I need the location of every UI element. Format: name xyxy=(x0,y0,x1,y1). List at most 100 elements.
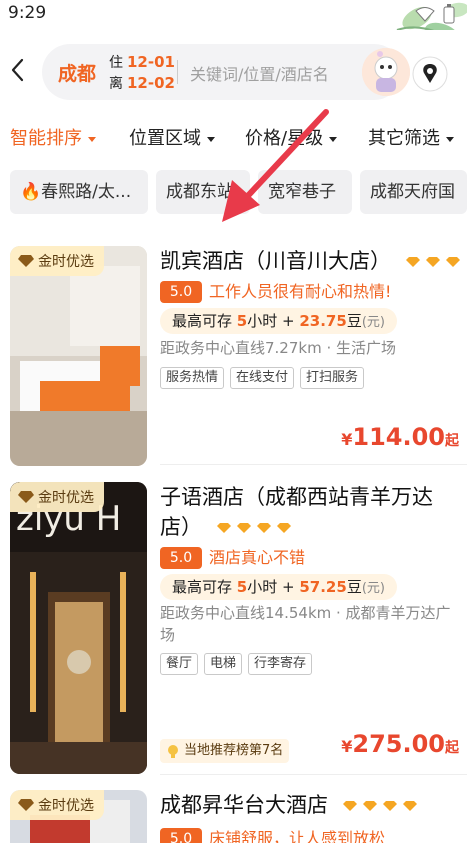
diamond-icon xyxy=(18,491,34,503)
amenity-tag: 行李寄存 xyxy=(248,653,313,675)
search-bar[interactable]: 成都 住 12-01 离 12-02 关键词/位置/酒店名 xyxy=(42,44,410,100)
hotel-room-image xyxy=(10,246,147,466)
amenity-tag: 餐厅 xyxy=(160,653,199,675)
price-value: 275.00 xyxy=(352,730,445,758)
checkout-label: 离 xyxy=(109,76,123,92)
gold-badge: 金时优选 xyxy=(10,790,104,820)
hotel-price: ¥114.00起 xyxy=(341,423,459,451)
price-suffix: 起 xyxy=(445,433,459,449)
trophy-icon xyxy=(168,745,178,758)
ranking-badge[interactable]: 当地推荐榜第7名 xyxy=(160,739,290,763)
hotel-name-text: 成都昇华台大酒店 xyxy=(160,793,328,817)
filter-bar: 智能排序 位置区域 价格/星级 其它筛选 xyxy=(0,110,467,162)
badge-label: 金时优选 xyxy=(38,490,94,506)
stay-beans: 57.25 xyxy=(299,578,347,596)
diamond-icon xyxy=(445,257,460,267)
distance-info: 距政务中心直线7.27km · 生活广场 xyxy=(160,339,397,357)
hotel-name-line2: 店） xyxy=(160,515,202,539)
review-snippet: 床铺舒服，让人感到放松 xyxy=(209,829,386,843)
stay-beans: 23.75 xyxy=(299,312,347,330)
search-input[interactable]: 关键词/位置/酒店名 xyxy=(190,61,329,85)
stay-unit: 小时 + xyxy=(247,312,295,330)
badge-label: 金时优选 xyxy=(38,798,94,814)
quick-tag[interactable]: 成都天府国 xyxy=(360,170,467,214)
hotel-card[interactable]: 金时优选 凯宾酒店（川音川大店） 5.0 工作人员很有耐心和热情! 最高可存 5… xyxy=(0,226,467,472)
city-selector[interactable]: 成都 xyxy=(58,59,96,86)
ranking-label: 当地推荐榜第7名 xyxy=(184,743,284,758)
stay-reward: 最高可存 5小时 + 57.25豆(元) xyxy=(160,574,397,600)
price-suffix: 起 xyxy=(445,740,459,756)
hotel-photo: ziyu H 金时优选 xyxy=(10,482,147,774)
filter-other-label: 其它筛选 xyxy=(368,128,440,149)
review-snippet: 工作人员很有耐心和热情! xyxy=(209,282,392,301)
filter-location[interactable]: 位置区域 xyxy=(129,124,215,150)
caret-down-icon xyxy=(88,136,96,142)
distance-info: 距政务中心直线14.54km · 成都青羊万达广场 xyxy=(160,604,451,644)
filter-location-label: 位置区域 xyxy=(129,128,201,149)
checkin-label: 住 xyxy=(109,55,123,71)
amenity-tag: 电梯 xyxy=(204,653,243,675)
checkout-date: 12-02 xyxy=(127,74,175,92)
diamond-icon xyxy=(425,257,440,267)
filter-other[interactable]: 其它筛选 xyxy=(368,124,454,150)
gold-badge: 金时优选 xyxy=(10,246,104,276)
diamond-icon xyxy=(402,801,417,811)
price-symbol: ¥ xyxy=(341,430,353,449)
diamond-icon xyxy=(216,523,231,533)
badge-label: 金时优选 xyxy=(38,254,94,270)
caret-down-icon xyxy=(207,136,215,142)
amenity-tag: 打扫服务 xyxy=(300,367,365,389)
review-snippet: 酒店真心不错 xyxy=(209,548,306,567)
diamond-icon xyxy=(405,257,420,267)
diamond-icon xyxy=(236,523,251,533)
score-badge: 5.0 xyxy=(160,547,202,569)
caret-down-icon xyxy=(446,136,454,142)
diamond-icon xyxy=(342,801,357,811)
amenity-tags: 餐厅 电梯 行李寄存 xyxy=(160,653,313,675)
quick-tag[interactable]: 🔥春熙路/太... xyxy=(10,170,148,214)
quick-tag[interactable]: 成都东站 xyxy=(156,170,250,214)
hotel-name: 成都昇华台大酒店 xyxy=(160,790,417,820)
caret-down-icon xyxy=(329,136,338,142)
battery-icon xyxy=(443,4,455,24)
map-pin-icon[interactable] xyxy=(412,56,448,92)
wifi-icon xyxy=(415,7,435,22)
hotel-card[interactable]: ziyu H 金时优选 子语酒店（成都西站青羊万达 店） 5.0 酒店真心不错 … xyxy=(0,472,467,780)
checkin-date: 12-01 xyxy=(127,53,175,71)
diamond-icon xyxy=(362,801,377,811)
date-selector[interactable]: 住 12-01 离 12-02 xyxy=(109,52,175,94)
diamond-rating xyxy=(342,801,417,811)
filter-price[interactable]: 价格/星级 xyxy=(245,124,338,150)
search-divider xyxy=(177,60,178,84)
amenity-tag: 服务热情 xyxy=(160,367,225,389)
diamond-rating xyxy=(216,523,291,533)
amenity-tags: 服务热情 在线支付 打扫服务 xyxy=(160,367,365,389)
hotel-price: ¥275.00起 xyxy=(341,730,459,758)
search-header: 成都 住 12-01 离 12-02 关键词/位置/酒店名 xyxy=(0,30,467,110)
mascot-avatar[interactable] xyxy=(362,48,410,96)
hotel-lobby-image: ziyu H xyxy=(10,482,147,774)
price-value: 114.00 xyxy=(352,423,445,451)
diamond-icon xyxy=(18,799,34,811)
filter-sort[interactable]: 智能排序 xyxy=(10,124,96,150)
amenity-tag: 在线支付 xyxy=(230,367,295,389)
stay-prefix: 最高可存 xyxy=(172,312,233,330)
score-badge: 5.0 xyxy=(160,281,202,303)
stay-bean-unit: 豆 xyxy=(346,312,362,330)
hotel-photo: 金时优选 xyxy=(10,246,147,466)
quick-tag[interactable]: 宽窄巷子 xyxy=(258,170,352,214)
stay-unit: 小时 + xyxy=(247,578,295,596)
stay-currency: (元) xyxy=(361,315,385,330)
hotel-card[interactable]: 金时优选 成都昇华台大酒店 5.0 床铺舒服，让人感到放松 xyxy=(0,780,467,843)
quick-tag-row: 🔥春熙路/太... 成都东站 宽窄巷子 成都天府国 xyxy=(0,162,467,226)
back-arrow-icon[interactable] xyxy=(8,57,28,83)
card-divider xyxy=(160,464,467,465)
price-symbol: ¥ xyxy=(341,737,353,756)
fire-icon: 🔥 xyxy=(20,182,42,202)
filter-sort-label: 智能排序 xyxy=(10,128,82,149)
quick-tag-label: 春熙路/太... xyxy=(41,182,132,202)
status-bar: 9:29 xyxy=(0,0,467,49)
status-time: 9:29 xyxy=(8,3,47,23)
stay-hours: 5 xyxy=(236,578,248,596)
stay-prefix: 最高可存 xyxy=(172,578,233,596)
